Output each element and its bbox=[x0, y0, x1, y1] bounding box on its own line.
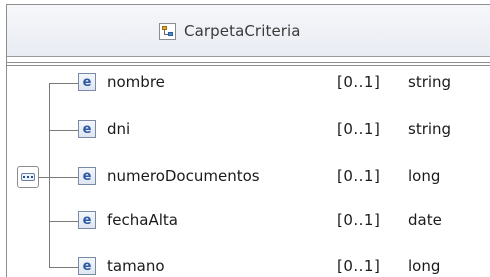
element-icon: e bbox=[78, 120, 96, 138]
header-content: CarpetaCriteria bbox=[159, 20, 301, 42]
complex-type-title: CarpetaCriteria bbox=[184, 22, 301, 40]
complex-type-box[interactable]: CarpetaCriteria e nombre [0..1] string e… bbox=[6, 4, 490, 277]
element-occurrence: [0..1] bbox=[337, 257, 381, 275]
element-icon: e bbox=[78, 167, 96, 185]
element-occurrence: [0..1] bbox=[337, 167, 381, 185]
element-type: long bbox=[408, 167, 441, 185]
element-row[interactable]: e fechaAlta [0..1] date bbox=[7, 209, 490, 233]
element-icon: e bbox=[78, 211, 96, 229]
complex-type-icon bbox=[159, 22, 176, 40]
xsd-diagram: CarpetaCriteria e nombre [0..1] string e… bbox=[0, 0, 490, 277]
element-icon: e bbox=[78, 257, 96, 275]
element-type: long bbox=[408, 257, 441, 275]
element-type: date bbox=[408, 211, 442, 229]
complex-type-header[interactable]: CarpetaCriteria bbox=[7, 5, 490, 57]
element-name: fechaAlta bbox=[107, 211, 178, 229]
element-name: tamano bbox=[107, 257, 165, 275]
element-row[interactable]: e numeroDocumentos [0..1] long bbox=[7, 165, 490, 189]
element-row[interactable]: e nombre [0..1] string bbox=[7, 71, 490, 95]
element-occurrence: [0..1] bbox=[337, 120, 381, 138]
element-name: nombre bbox=[107, 73, 165, 91]
element-row[interactable]: e tamano [0..1] long bbox=[7, 255, 490, 277]
element-occurrence: [0..1] bbox=[337, 73, 381, 91]
element-occurrence: [0..1] bbox=[337, 211, 381, 229]
element-type: string bbox=[408, 73, 452, 91]
element-type: string bbox=[408, 120, 452, 138]
element-icon: e bbox=[78, 73, 96, 91]
element-row[interactable]: e dni [0..1] string bbox=[7, 118, 490, 142]
element-name: dni bbox=[107, 120, 131, 138]
divider bbox=[7, 65, 490, 66]
element-name: numeroDocumentos bbox=[107, 167, 260, 185]
divider bbox=[7, 62, 490, 63]
